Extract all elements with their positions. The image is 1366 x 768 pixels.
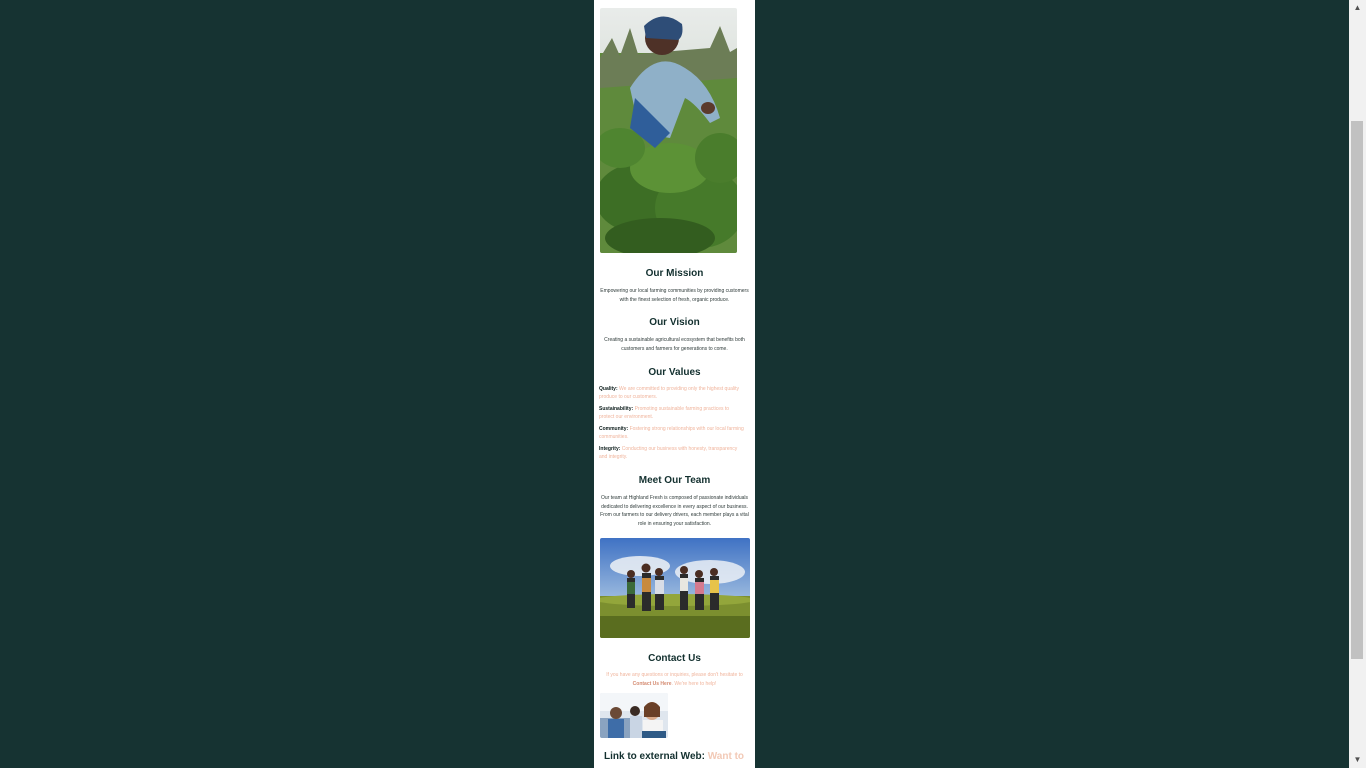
team-title: Meet Our Team [638, 475, 711, 486]
mission-title: Our Mission [645, 268, 704, 279]
values-title: Our Values [648, 367, 701, 378]
external-link-label: Link to external Web: [604, 751, 705, 762]
value-item-sustainability: Sustainability: Promoting sustainable fa… [599, 405, 744, 421]
about-page-column: Our Mission Empowering our local farming… [594, 0, 755, 768]
value-label: Quality: [599, 386, 618, 392]
mission-text: Empowering our local farming communities… [600, 288, 749, 303]
value-text: Conducting our business with honesty, tr… [599, 446, 738, 461]
scroll-up-icon[interactable]: ▲ [1349, 0, 1366, 16]
external-link-teaser[interactable]: Want to [708, 751, 744, 762]
vertical-scrollbar[interactable]: ▲ ▼ [1349, 0, 1366, 768]
value-item-community: Community: Fostering strong relationship… [599, 425, 744, 441]
contact-title: Contact Us [648, 653, 701, 664]
value-item-quality: Quality: We are committed to providing o… [599, 385, 744, 401]
value-label: Sustainability: [599, 406, 634, 412]
contact-text: If you have any questions or inquiries, … [597, 671, 752, 688]
vision-title: Our Vision [649, 317, 700, 328]
support-photo [600, 693, 668, 738]
contact-text-before: If you have any questions or inquiries, … [606, 672, 743, 678]
value-text: We are committed to providing only the h… [599, 386, 739, 401]
farmer-photo [600, 8, 737, 253]
vision-text: Creating a sustainable agricultural ecos… [604, 337, 745, 352]
team-photo [600, 538, 750, 638]
value-item-integrity: Integrity: Conducting our business with … [599, 445, 744, 461]
contact-us-link[interactable]: Contact Us Here [633, 681, 672, 687]
value-label: Integrity: [599, 446, 621, 452]
team-text: Our team at Highland Fresh is composed o… [600, 495, 749, 527]
value-label: Community: [599, 426, 629, 432]
contact-text-after: . We're here to help! [671, 680, 717, 687]
external-link-heading: Link to external Web: Want to [604, 751, 755, 762]
scrollbar-thumb[interactable] [1351, 121, 1363, 659]
scroll-down-icon[interactable]: ▼ [1349, 752, 1366, 768]
